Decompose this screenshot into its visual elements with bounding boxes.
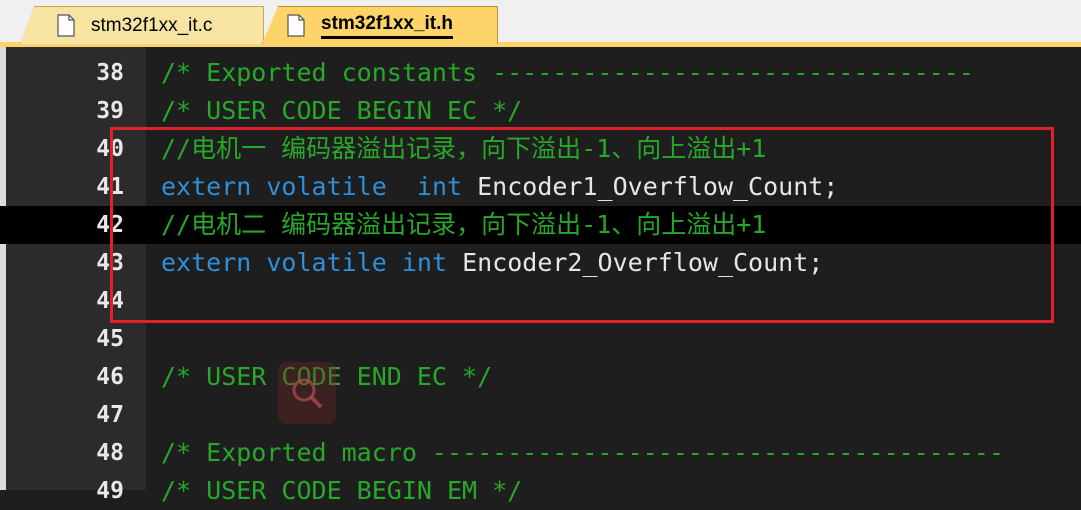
keyword: volatile <box>266 248 387 277</box>
keyword: int <box>416 172 463 201</box>
code-text: extern volatile int Encoder1_Overflow_Co… <box>161 168 838 206</box>
code-line[interactable]: 47 <box>0 396 1081 434</box>
code-line[interactable]: 46 /* USER CODE END EC */ <box>0 358 1081 396</box>
code-comment: /* Exported constants ------------------… <box>161 58 974 87</box>
code-comment: //电机二 编码器溢出记录，向下溢出-1、向上溢出+1 <box>161 210 767 239</box>
code-editor[interactable]: 38 /* Exported constants ---------------… <box>0 47 1081 505</box>
code-line-current[interactable]: 42 //电机二 编码器溢出记录，向下溢出-1、向上溢出+1 <box>0 206 1081 244</box>
code-line[interactable]: 40 //电机一 编码器溢出记录，向下溢出-1、向上溢出+1 <box>0 130 1081 168</box>
code-comment: /* USER CODE BEGIN EC */ <box>161 96 523 125</box>
line-number: 41 <box>96 174 124 200</box>
code-line[interactable]: 49 /* USER CODE BEGIN EM */ <box>0 472 1081 510</box>
line-number: 39 <box>96 98 124 124</box>
tab-stm32f1xx-it-c[interactable]: stm32f1xx_it.c <box>20 6 264 44</box>
keyword: volatile <box>266 172 387 201</box>
tab-bar-empty-area <box>498 0 1081 42</box>
search-icon[interactable] <box>278 362 336 424</box>
file-icon <box>57 14 75 37</box>
code-comment: /* USER CODE BEGIN EM */ <box>161 476 523 505</box>
tab-stm32f1xx-it-h[interactable]: stm32f1xx_it.h <box>262 6 498 44</box>
keyword: extern <box>161 172 252 201</box>
line-number: 46 <box>96 364 124 390</box>
identifier: Encoder1_Overflow_Count; <box>477 172 839 201</box>
identifier: Encoder2_Overflow_Count; <box>462 248 824 277</box>
code-text: extern volatile int Encoder2_Overflow_Co… <box>161 244 823 282</box>
tab-label: stm32f1xx_it.h <box>321 13 454 39</box>
code-comment: //电机一 编码器溢出记录，向下溢出-1、向上溢出+1 <box>161 134 767 163</box>
code-comment: /* Exported macro ----------------------… <box>161 438 1004 467</box>
line-number: 38 <box>96 60 124 86</box>
line-number: 40 <box>96 136 124 162</box>
tab-label: stm32f1xx_it.c <box>91 14 213 36</box>
tab-bar: stm32f1xx_it.c stm32f1xx_it.h <box>0 0 1081 48</box>
line-number: 45 <box>96 326 124 352</box>
code-line[interactable]: 41 extern volatile int Encoder1_Overflow… <box>0 168 1081 206</box>
file-icon <box>287 14 305 37</box>
code-line[interactable]: 39 /* USER CODE BEGIN EC */ <box>0 92 1081 130</box>
line-number: 44 <box>96 288 124 314</box>
line-number: 47 <box>96 402 124 428</box>
line-number: 48 <box>96 440 124 466</box>
code-line[interactable]: 38 /* Exported constants ---------------… <box>0 54 1081 92</box>
code-line[interactable]: 43 extern volatile int Encoder2_Overflow… <box>0 244 1081 282</box>
code-line[interactable]: 44 <box>0 282 1081 320</box>
code-line[interactable]: 48 /* Exported macro -------------------… <box>0 434 1081 472</box>
keyword: int <box>401 248 448 277</box>
keyword: extern <box>161 248 252 277</box>
line-number: 42 <box>96 212 124 238</box>
line-number: 43 <box>96 250 124 276</box>
line-number: 49 <box>96 478 124 504</box>
code-line[interactable]: 45 <box>0 320 1081 358</box>
